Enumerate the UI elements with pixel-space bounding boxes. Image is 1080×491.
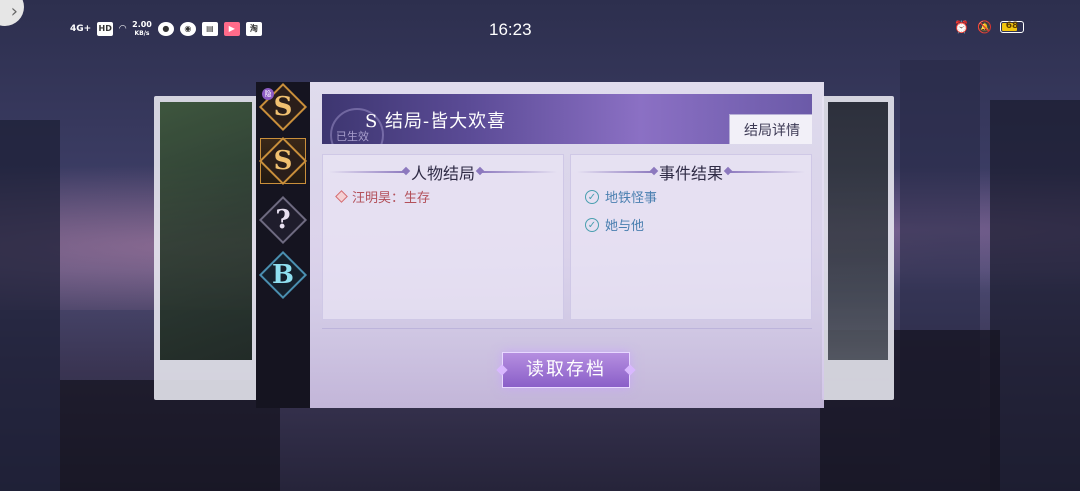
alarm-icon: ⏰ [954, 19, 970, 34]
load-save-button[interactable]: 读取存档 [502, 352, 630, 388]
character-outcome-text: 汪明昊：生存 [352, 191, 431, 206]
check-icon: ✓ [585, 189, 599, 204]
status-bar: › 4G+ HD ◠ 2.00 KB/s ● ◉ ▤ ▶ 淘 16:23 ⏰ 🔕… [0, 0, 1080, 60]
tab-hidden-s-ending[interactable]: 隐 S [258, 82, 308, 132]
battery-level: 68 [1005, 21, 1019, 31]
list-item: ✓ 地铁怪事 [585, 187, 657, 206]
event-result-box: 事件结果 ✓ 地铁怪事 ✓ 她与他 [570, 154, 812, 320]
wifi-icon: ◠ [119, 23, 127, 34]
network-speed-unit: KB/s [134, 30, 150, 37]
wechat-icon: ● [157, 22, 174, 36]
tab-b-ending[interactable]: B [258, 250, 308, 300]
hd-icon: HD [97, 22, 114, 36]
character-outcome-box: 人物结局 汪明昊：生存 [322, 154, 564, 320]
back-arrow-icon[interactable]: › [0, 0, 24, 26]
taobao-icon: 淘 [245, 22, 262, 36]
list-item: 汪明昊：生存 [335, 187, 431, 206]
tab-s-ending[interactable]: S [258, 136, 308, 186]
ending-banner: 已生效 S 结局-皆大欢喜 结局详情 [322, 94, 812, 144]
network-type: 4G+ [70, 23, 92, 34]
ending-panel: 已生效 S 结局-皆大欢喜 结局详情 人物结局 汪明昊：生存 事件结果 ✓ 地铁… [310, 82, 824, 408]
list-item: ✓ 她与他 [585, 215, 644, 234]
tab-letter: S [273, 92, 293, 122]
ornament-right-icon [727, 171, 805, 173]
app-icon: ▤ [201, 22, 218, 36]
ending-details-button[interactable]: 结局详情 [729, 114, 812, 144]
network-speed: 2.00 [132, 20, 152, 29]
clock: 16:23 [489, 20, 532, 39]
ending-tabs: 隐 S S ? B [256, 82, 310, 408]
event-result-text: 地铁怪事 [605, 191, 658, 206]
tab-letter: ? [275, 205, 291, 235]
hidden-badge: 隐 [262, 88, 274, 100]
background-card-right [822, 96, 894, 400]
tab-unknown-ending[interactable]: ? [258, 195, 308, 245]
divider [322, 328, 812, 329]
event-result-text: 她与他 [605, 219, 645, 234]
video-app-icon: ▶ [223, 22, 240, 36]
eye-icon: ◉ [179, 22, 196, 36]
diamond-bullet-icon [335, 190, 348, 203]
battery-icon: 68 [1000, 21, 1024, 33]
check-icon: ✓ [585, 217, 599, 232]
tab-letter: B [272, 260, 294, 290]
ending-title: S 结局-皆大欢喜 [365, 111, 507, 132]
ornament-right-icon [479, 171, 557, 173]
tab-letter: S [273, 146, 293, 176]
background-card-left [154, 96, 258, 400]
mute-icon: 🔕 [977, 19, 992, 34]
